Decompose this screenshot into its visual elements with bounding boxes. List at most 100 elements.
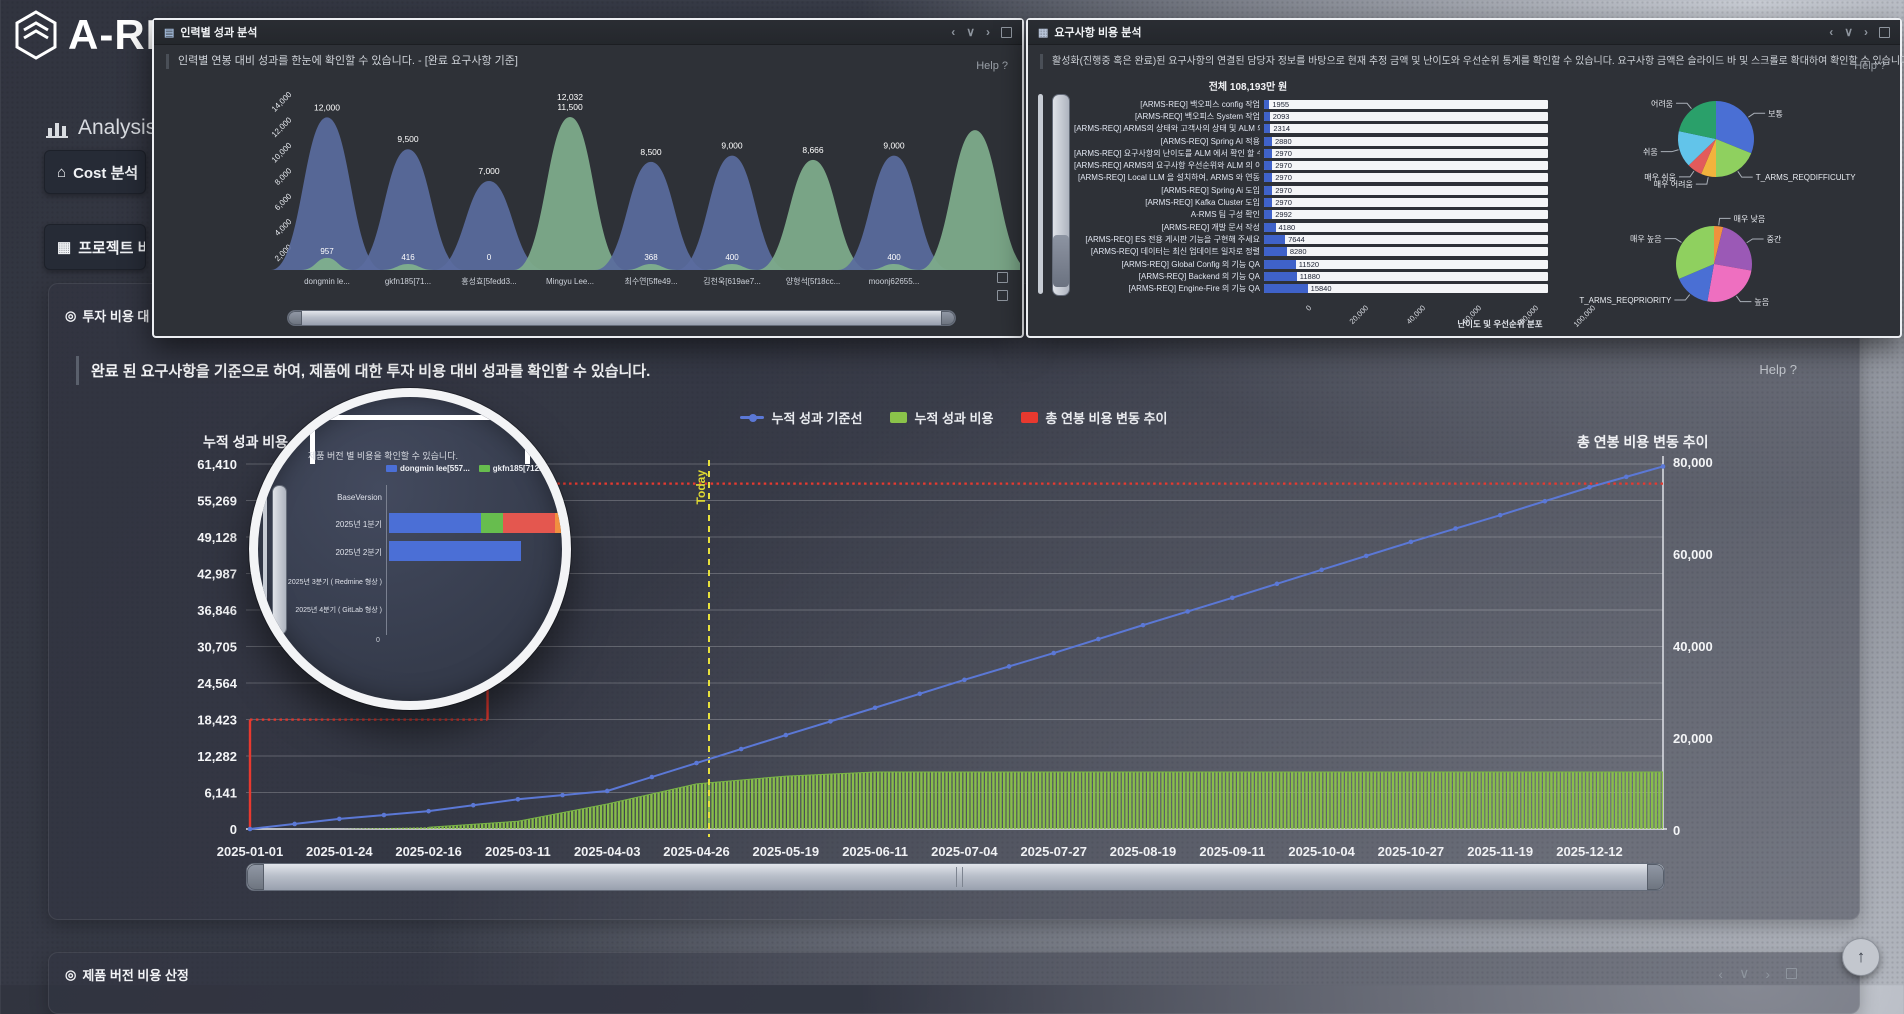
- requirement-label: [ARMS-REQ] 백오피스 config 작업: [1074, 99, 1260, 110]
- requirement-bar-row[interactable]: [ARMS-REQ] ES 전용 게시판 기능을 구현해 주세요7644: [1074, 233, 1548, 245]
- chevron-down-icon[interactable]: ∨: [1844, 25, 1853, 39]
- requirement-bar-track: 11880: [1264, 272, 1548, 281]
- requirement-bar-track: 15840: [1264, 284, 1548, 293]
- pie-slice[interactable]: [1689, 139, 1716, 174]
- help-button[interactable]: Help ?: [1759, 362, 1797, 377]
- chevron-down-icon[interactable]: ∨: [1739, 965, 1749, 982]
- requirement-bar-row[interactable]: [ARMS-REQ] Kafka Cluster 도입2970: [1074, 196, 1548, 208]
- magnified-row-label: 2025년 1분기: [272, 519, 382, 530]
- legend-item-perf-cost[interactable]: 누적 성과 비용: [890, 408, 993, 427]
- maximize-icon[interactable]: [997, 290, 1008, 301]
- arrow-up-icon: ↑: [1857, 947, 1866, 967]
- peak-value-label: 8,666: [802, 145, 824, 155]
- requirements-vslider[interactable]: [1052, 94, 1070, 296]
- chevron-left-icon[interactable]: ‹: [1829, 25, 1833, 39]
- restore-icon[interactable]: [997, 272, 1008, 283]
- requirement-bar-row[interactable]: [ARMS-REQ] 요구사항의 난이도를 ALM 에서 확인 할 수 없어서.…: [1074, 147, 1548, 159]
- requirements-panel: ▦ 요구사항 비용 분석 ‹ ∨ › 활성화(진행중 혹은 완료)된 요구사항의…: [1026, 18, 1902, 338]
- bell-y-tick: 8,000: [273, 166, 294, 187]
- requirement-bar-row[interactable]: [ARMS-REQ] Global Config 의 기능 QA11520: [1074, 258, 1548, 270]
- pie-slice[interactable]: [1679, 101, 1716, 139]
- help-button[interactable]: Help ?: [1854, 60, 1886, 72]
- requirement-label: A-RMS 팀 구성 확인: [1074, 209, 1260, 220]
- line-marker: [560, 793, 565, 798]
- rect-marker-icon: [1021, 412, 1038, 423]
- requirement-bar-track: 2970: [1264, 173, 1548, 182]
- requirement-label: [ARMS-REQ] Backend 의 기능 QA: [1074, 271, 1260, 282]
- bump-value-label: 416: [401, 253, 415, 262]
- sidebar-item-cost[interactable]: ⌂ Cost 분석: [44, 150, 146, 194]
- panel-controls: ‹ ∨ ›: [1829, 25, 1890, 39]
- requirement-bar-row[interactable]: [ARMS-REQ] Spring AI 적용2880: [1074, 135, 1548, 147]
- requirement-bar-row[interactable]: [ARMS-REQ] 데이터는 최신 업데이트 일자로 정렬8280: [1074, 246, 1548, 258]
- pie-label-line: [1665, 239, 1682, 243]
- line-marker: [1498, 513, 1503, 518]
- requirement-bar-row[interactable]: [ARMS-REQ] Backend 의 기능 QA 11880: [1074, 270, 1548, 282]
- requirement-bar-track: 11520: [1264, 260, 1548, 269]
- requirement-bar-row[interactable]: [ARMS-REQ] ARMS의 상태와 고객사의 상태 및 ALM 의 상태를…: [1074, 123, 1548, 135]
- slider-handle-right[interactable]: [1647, 864, 1664, 890]
- line-marker: [1587, 485, 1592, 490]
- left-axis-tick: 0: [230, 822, 237, 837]
- bar-segment: [555, 513, 569, 533]
- pie-slice[interactable]: [1707, 264, 1751, 302]
- slider-handle-left[interactable]: [247, 864, 264, 890]
- line-marker: [1007, 664, 1012, 669]
- pie-slice[interactable]: [1714, 227, 1752, 270]
- chevron-down-icon[interactable]: ∨: [966, 25, 975, 39]
- legend-item-salary[interactable]: 총 연봉 비용 변동 추이: [1021, 408, 1167, 427]
- scroll-to-top-button[interactable]: ↑: [1842, 938, 1880, 976]
- pies-axis-title: 난이도 및 우선순위 분포: [1420, 318, 1580, 330]
- target-icon: ◎: [65, 967, 76, 983]
- expand-icon[interactable]: [1786, 968, 1797, 979]
- requirement-value: 4180: [1279, 223, 1296, 232]
- requirement-bar-row[interactable]: [ARMS-REQ] Local LLM 을 설치하여, ARMS 와 연동29…: [1074, 172, 1548, 184]
- chevron-right-icon[interactable]: ›: [1864, 25, 1868, 39]
- legend-item-baseline[interactable]: 누적 성과 기준선: [740, 408, 862, 427]
- pie-slice[interactable]: [1714, 226, 1723, 264]
- chevron-right-icon[interactable]: ›: [986, 25, 990, 39]
- line-marker: [1624, 475, 1629, 480]
- peak-value-label: 11,500: [557, 102, 583, 112]
- slider-handle-right[interactable]: [941, 311, 955, 325]
- personnel-slider[interactable]: [287, 310, 956, 326]
- requirement-bar-row[interactable]: [ARMS-REQ] Engine-Fire 의 기능 QA15840: [1074, 282, 1548, 294]
- pie-slice[interactable]: [1676, 226, 1714, 279]
- requirement-value: 8280: [1290, 247, 1307, 256]
- requirement-bar-row[interactable]: A-RMS 팀 구성 확인2992: [1074, 209, 1548, 221]
- expand-icon[interactable]: [1879, 27, 1890, 38]
- pie-slice[interactable]: [1679, 264, 1714, 301]
- requirement-bar-row[interactable]: [ARMS-REQ] 백오피스 config 작업1955: [1074, 98, 1548, 110]
- requirement-bar-row[interactable]: [ARMS-REQ] 백오피스 System 작업2093: [1074, 110, 1548, 122]
- peak-value-label: 8,500: [640, 147, 662, 157]
- magnified-row-label: BaseVersion: [272, 493, 382, 502]
- requirement-bar-row[interactable]: [ARMS-REQ] 개발 문서 작성4180: [1074, 221, 1548, 233]
- magnifier-overlay[interactable]: 제품 버전 별 비용을 확인할 수 있습니다. dongmin lee[557.…: [249, 388, 571, 710]
- chevron-left-icon[interactable]: ‹: [1718, 966, 1723, 982]
- chart-range-slider[interactable]: [246, 863, 1665, 891]
- slider-grip[interactable]: [956, 867, 963, 887]
- pie-slice[interactable]: [1716, 101, 1754, 153]
- pie-slice[interactable]: [1678, 131, 1716, 165]
- line-marker-icon: [740, 416, 764, 419]
- requirement-bar-row[interactable]: [ARMS-REQ] Spring Ai 도입2970: [1074, 184, 1548, 196]
- slider-handle-left[interactable]: [288, 311, 302, 325]
- legend-label: gkfn185[712...: [493, 464, 546, 473]
- requirement-bar-row[interactable]: [ARMS-REQ] ARMS의 요구사항 우선순위와 ALM 의 이슈 우선순…: [1074, 159, 1548, 171]
- requirements-panel-header[interactable]: ▦ 요구사항 비용 분석 ‹ ∨ ›: [1028, 20, 1900, 45]
- vslider-handle[interactable]: [1053, 235, 1069, 287]
- chevron-left-icon[interactable]: ‹: [951, 25, 955, 39]
- pie-slice[interactable]: [1701, 139, 1716, 177]
- bar-chart-icon: [46, 118, 68, 138]
- home-icon: ⌂: [57, 164, 66, 181]
- expand-icon[interactable]: [1001, 27, 1012, 38]
- sidebar-item-project[interactable]: ▦ 프로젝트 비: [44, 224, 146, 270]
- vertical-scrollbar[interactable]: [1038, 94, 1043, 294]
- personnel-panel-header[interactable]: ▤ 인력별 성과 분석 ‹ ∨ ›: [154, 20, 1022, 45]
- chevron-right-icon[interactable]: ›: [1765, 966, 1770, 982]
- bar-segment: [389, 541, 521, 561]
- bar-segment: [389, 513, 481, 533]
- pie-slice[interactable]: [1716, 139, 1751, 177]
- line-marker: [917, 691, 922, 696]
- requirement-bar-track: 2880: [1264, 137, 1548, 146]
